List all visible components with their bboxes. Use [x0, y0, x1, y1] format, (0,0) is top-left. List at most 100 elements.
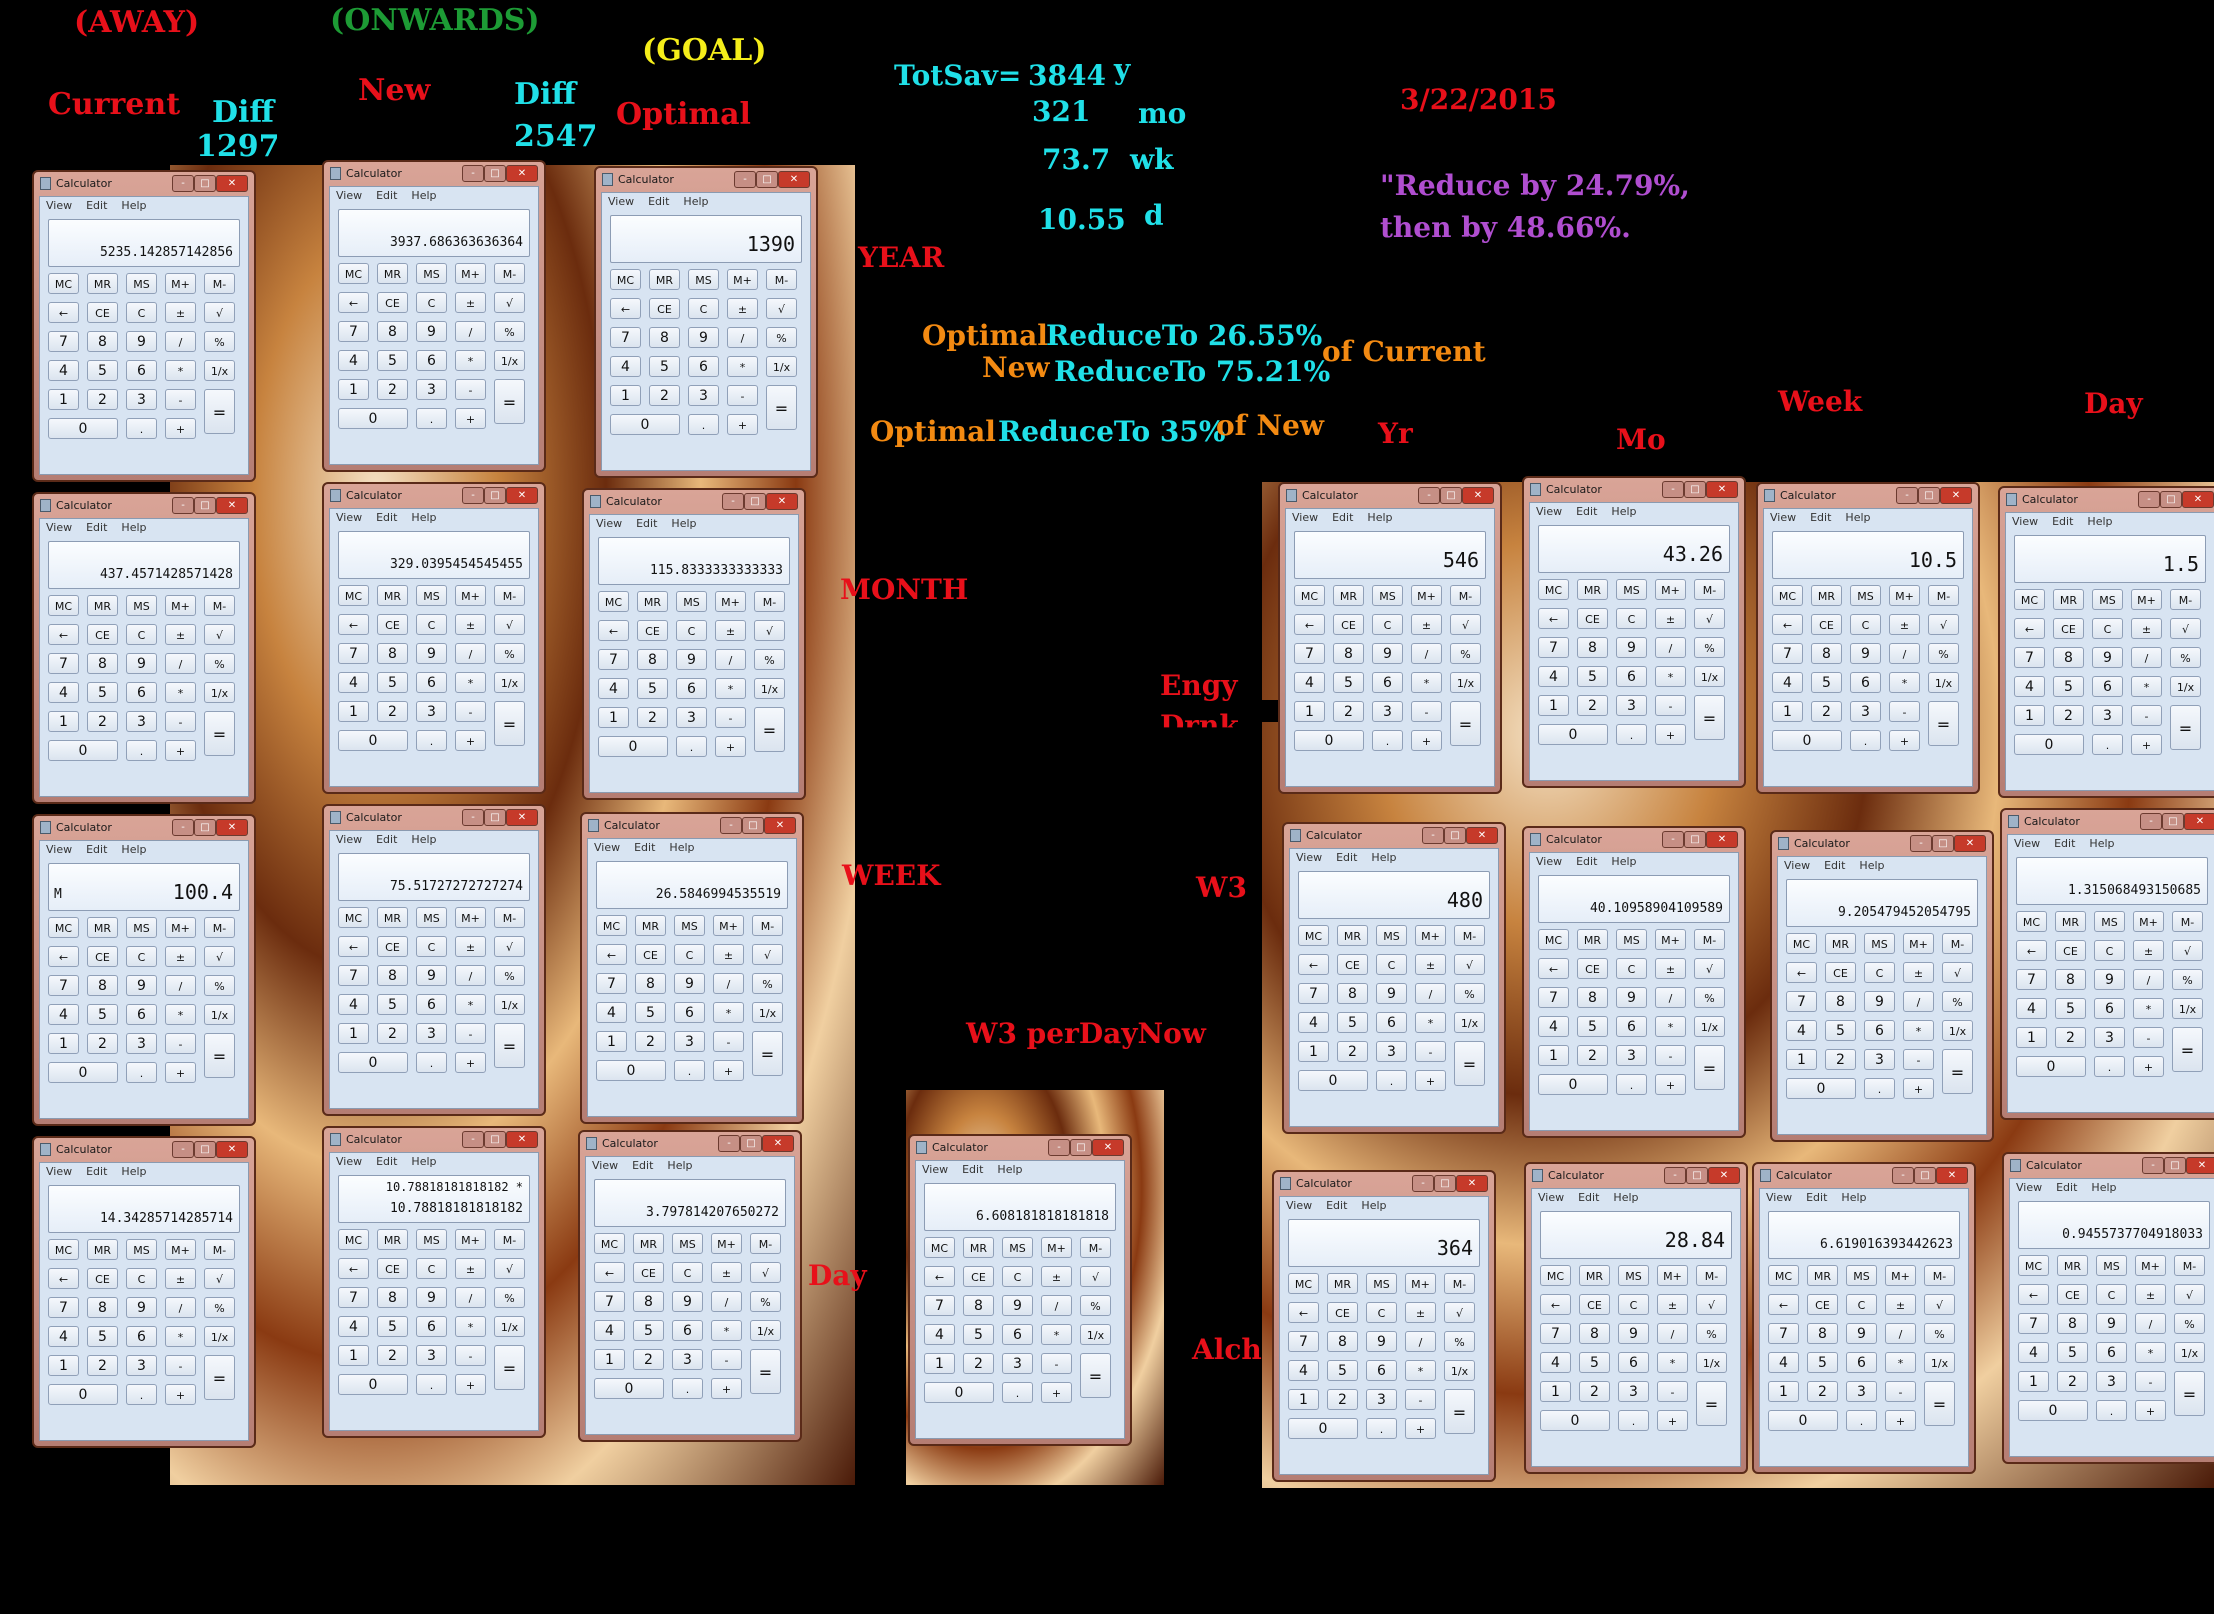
maximize-icon[interactable]: □	[484, 487, 506, 504]
key-1[interactable]: 1	[338, 1023, 369, 1044]
key-5[interactable]: 5	[1807, 1352, 1838, 1373]
key-0[interactable]: 0	[338, 1052, 408, 1073]
key-plusminus[interactable]: ±	[1885, 1294, 1916, 1315]
key-equals[interactable]: =	[1942, 1049, 1973, 1094]
key-4[interactable]: 4	[924, 1324, 955, 1345]
key-sqrt[interactable]: √	[494, 936, 525, 957]
key-9[interactable]: 9	[1864, 991, 1895, 1012]
key-Mminus[interactable]: M-	[2170, 589, 2201, 610]
key-7[interactable]: 7	[48, 653, 79, 674]
key-multiply[interactable]: *	[165, 682, 196, 703]
key-MR[interactable]: MR	[1825, 933, 1856, 954]
key-C[interactable]: C	[2092, 618, 2123, 639]
key-1dividex[interactable]: 1/x	[1454, 1012, 1485, 1033]
key-6[interactable]: 6	[676, 678, 707, 699]
calculator-title-bar[interactable]: Calculator - □ ✕	[1284, 824, 1504, 846]
key-C[interactable]: C	[688, 298, 719, 319]
key-8[interactable]: 8	[1577, 987, 1608, 1008]
key-CE[interactable]: CE	[377, 614, 408, 635]
key-1dividex[interactable]: 1/x	[1942, 1020, 1973, 1041]
key-9[interactable]: 9	[2094, 969, 2125, 990]
key-3[interactable]: 3	[2092, 705, 2123, 726]
key-decimal[interactable]: .	[1616, 724, 1647, 745]
key-Mminus[interactable]: M-	[752, 915, 783, 936]
key-multiply[interactable]: *	[1889, 672, 1920, 693]
key-MC[interactable]: MC	[1294, 585, 1325, 606]
key-4[interactable]: 4	[1786, 1020, 1817, 1041]
close-icon[interactable]: ✕	[2186, 1157, 2214, 1174]
key-7[interactable]: 7	[596, 973, 627, 994]
menu-item-edit[interactable]: Edit	[86, 1165, 107, 1178]
key-2[interactable]: 2	[963, 1353, 994, 1374]
key-4[interactable]: 4	[594, 1320, 625, 1341]
key-9[interactable]: 9	[1618, 1323, 1649, 1344]
key-MS[interactable]: MS	[1366, 1273, 1397, 1294]
key-Mplus[interactable]: M+	[1889, 585, 1920, 606]
key-percent[interactable]: %	[1696, 1323, 1727, 1344]
key-MS[interactable]: MS	[688, 269, 719, 290]
key-multiply[interactable]: *	[1411, 672, 1442, 693]
key-8[interactable]: 8	[377, 321, 408, 342]
maximize-icon[interactable]: □	[194, 497, 216, 514]
key-9[interactable]: 9	[126, 653, 157, 674]
key-Mminus[interactable]: M-	[494, 263, 525, 284]
key-Mminus[interactable]: M-	[1942, 933, 1973, 954]
key-plusminus[interactable]: ±	[165, 624, 196, 645]
key-0[interactable]: 0	[2014, 734, 2084, 755]
maximize-icon[interactable]: □	[194, 819, 216, 836]
maximize-icon[interactable]: □	[194, 175, 216, 192]
key-percent[interactable]: %	[750, 1291, 781, 1312]
key-sqrt[interactable]: √	[1942, 962, 1973, 983]
key-8[interactable]: 8	[963, 1295, 994, 1316]
key-CE[interactable]: CE	[1577, 608, 1608, 629]
menu-item-view[interactable]: View	[594, 841, 620, 854]
key-plusminus[interactable]: ±	[1655, 608, 1686, 629]
key-5[interactable]: 5	[637, 678, 668, 699]
key-divide[interactable]: /	[715, 649, 746, 670]
key-4[interactable]: 4	[48, 1326, 79, 1347]
calculator-title-bar[interactable]: Calculator - □ ✕	[324, 806, 544, 828]
key-divide[interactable]: /	[1657, 1323, 1688, 1344]
key-percent[interactable]: %	[494, 321, 525, 342]
key-MR[interactable]: MR	[377, 907, 408, 928]
key-divide[interactable]: /	[1415, 983, 1446, 1004]
key-8[interactable]: 8	[2053, 647, 2084, 668]
key-plus[interactable]: +	[727, 414, 758, 435]
key-plus[interactable]: +	[1415, 1070, 1446, 1091]
calculator-window-engy-week[interactable]: Calculator - □ ✕ View Edit Help 10.5 MC MR MS M+ M- ←…	[1756, 482, 1980, 794]
menu-item-help[interactable]: Help	[1361, 1199, 1386, 1212]
maximize-icon[interactable]: □	[1932, 835, 1954, 852]
key-2[interactable]: 2	[637, 707, 668, 728]
maximize-icon[interactable]: □	[1444, 827, 1466, 844]
maximize-icon[interactable]: □	[740, 1135, 762, 1152]
key-1dividex[interactable]: 1/x	[494, 994, 525, 1015]
key-minus[interactable]: -	[455, 1023, 486, 1044]
menu-item-help[interactable]: Help	[411, 189, 436, 202]
key-plusminus[interactable]: ±	[455, 292, 486, 313]
minimize-icon[interactable]: -	[1422, 827, 1444, 844]
key-CE[interactable]: CE	[87, 302, 118, 323]
menu-item-help[interactable]: Help	[1611, 855, 1636, 868]
key-1[interactable]: 1	[1772, 701, 1803, 722]
key-1dividex[interactable]: 1/x	[1696, 1352, 1727, 1373]
key-sqrt[interactable]: √	[2172, 940, 2203, 961]
key-0[interactable]: 0	[2016, 1056, 2086, 1077]
key-2[interactable]: 2	[2057, 1371, 2088, 1392]
key-percent[interactable]: %	[1694, 637, 1725, 658]
key-plusminus[interactable]: ±	[165, 946, 196, 967]
key-minus[interactable]: -	[713, 1031, 744, 1052]
key-decimal[interactable]: .	[1864, 1078, 1895, 1099]
key-0[interactable]: 0	[596, 1060, 666, 1081]
menu-item-view[interactable]: View	[2016, 1181, 2042, 1194]
close-icon[interactable]: ✕	[216, 819, 248, 836]
key-decimal[interactable]: .	[2092, 734, 2123, 755]
menu-item-edit[interactable]: Edit	[1578, 1191, 1599, 1204]
maximize-icon[interactable]: □	[484, 1131, 506, 1148]
key-MS[interactable]: MS	[2094, 911, 2125, 932]
key-CE[interactable]: CE	[1579, 1294, 1610, 1315]
key-0[interactable]: 0	[1786, 1078, 1856, 1099]
key-plus[interactable]: +	[1655, 724, 1686, 745]
key-9[interactable]: 9	[2092, 647, 2123, 668]
key-MR[interactable]: MR	[1811, 585, 1842, 606]
key-minus[interactable]: -	[2135, 1371, 2166, 1392]
